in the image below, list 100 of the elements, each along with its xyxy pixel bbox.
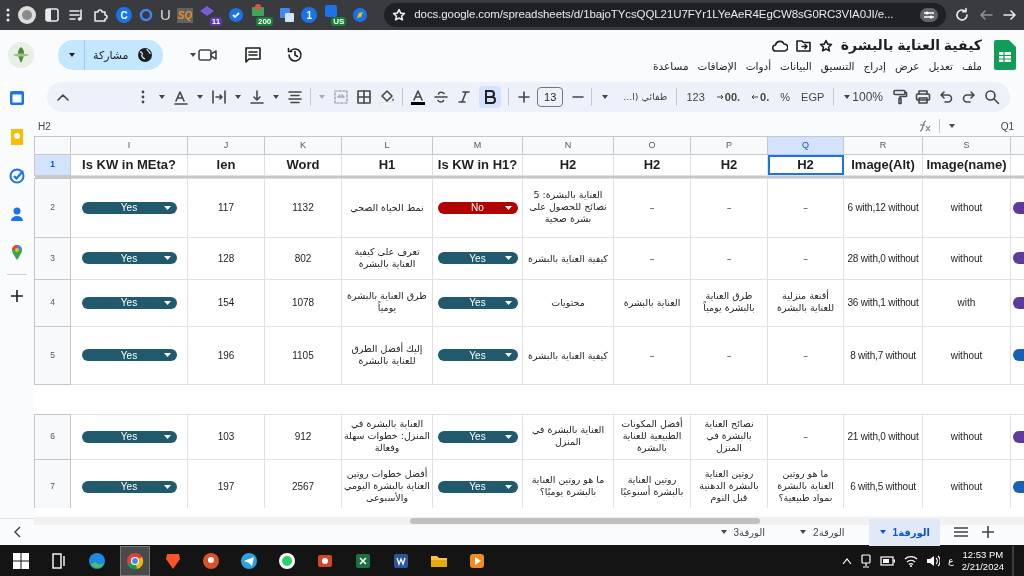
address-bar[interactable]: docs.google.com/spreadsheets/d/1bajoTYcsQQL21U7FYr1LYeAeR4EgCW8sG0RC3VIA0JI/e... <box>384 3 946 27</box>
menu-item[interactable]: أدوات <box>745 59 772 75</box>
caret-icon[interactable] <box>272 94 281 100</box>
row-header[interactable]: 7 <box>34 459 71 508</box>
history-icon[interactable] <box>285 46 304 64</box>
calendar-icon[interactable] <box>9 90 25 106</box>
column-header[interactable]: S <box>922 136 1011 155</box>
name-box[interactable]: Q1 <box>964 118 1014 134</box>
profile-avatar[interactable] <box>18 6 36 24</box>
print-icon[interactable] <box>915 89 931 105</box>
menu-item[interactable]: تعديل <box>928 59 953 75</box>
move-folder-icon[interactable] <box>795 39 811 53</box>
menu-item[interactable]: ملف <box>962 59 982 75</box>
dropdown-chip[interactable]: Yes <box>81 296 177 309</box>
menu-item[interactable]: البيانات <box>780 59 812 75</box>
column-header[interactable]: N <box>522 136 614 155</box>
dropdown-chip[interactable]: Yes <box>81 201 177 214</box>
extension-icon[interactable] <box>279 7 296 23</box>
dropdown-chip[interactable]: Yes <box>81 349 177 361</box>
row-header[interactable]: 1 <box>34 154 71 175</box>
caret-icon[interactable] <box>196 94 205 100</box>
menu-item[interactable]: إدراج <box>863 59 886 75</box>
dropdown-chip[interactable]: Yes <box>437 430 518 443</box>
comments-icon[interactable] <box>243 46 262 64</box>
italic-icon[interactable] <box>456 89 473 105</box>
menu-item[interactable]: عرض <box>894 59 920 75</box>
column-header[interactable]: I <box>70 136 188 155</box>
tray-chevron-icon[interactable] <box>842 556 853 565</box>
column-header[interactable]: K <box>264 136 342 155</box>
column-header[interactable]: Q <box>767 136 844 155</box>
all-sheets-icon[interactable] <box>954 526 968 538</box>
dropdown-chip[interactable]: Yes <box>437 252 518 264</box>
strikethrough-icon[interactable] <box>433 89 450 105</box>
borders-icon[interactable] <box>356 89 373 105</box>
extension-icon[interactable]: 1 <box>301 7 318 23</box>
menu-item[interactable]: الإضافات <box>697 59 737 75</box>
star-icon[interactable] <box>818 38 833 53</box>
sheet-tab[interactable]: الورقة3 <box>709 518 776 546</box>
forward-icon[interactable] <box>1002 7 1018 23</box>
text-wrap-icon[interactable] <box>211 89 228 105</box>
zoom-select[interactable]: 100% <box>841 88 885 106</box>
caret-icon[interactable] <box>948 123 956 129</box>
wifi-icon[interactable] <box>904 554 919 567</box>
align-icon[interactable] <box>287 89 304 105</box>
caret-icon[interactable] <box>158 94 167 100</box>
camera-tray-icon[interactable] <box>860 553 873 568</box>
contacts-icon[interactable] <box>10 206 24 222</box>
clock-date[interactable]: 2/21/2024 <box>961 560 1004 573</box>
tune-icon[interactable] <box>920 8 938 22</box>
extension-icon[interactable] <box>228 7 245 23</box>
redo-icon[interactable] <box>961 89 977 105</box>
search-icon[interactable] <box>984 89 1000 105</box>
column-header[interactable]: M <box>432 136 523 155</box>
column-header[interactable]: O <box>613 136 691 155</box>
media-icon[interactable] <box>68 7 84 23</box>
add-sheet-icon[interactable] <box>982 526 994 538</box>
text-color-icon[interactable] <box>410 89 427 105</box>
add-icon[interactable] <box>10 289 24 303</box>
extension-icon[interactable]: U <box>160 3 171 27</box>
menu-item[interactable]: مساعدة <box>653 59 689 75</box>
puzzle-icon[interactable] <box>92 7 108 23</box>
undo-icon[interactable] <box>938 89 954 105</box>
dropdown-chip[interactable]: Yes <box>81 252 177 264</box>
plus-icon[interactable] <box>516 89 531 105</box>
cloud-icon[interactable] <box>771 39 788 52</box>
increase-decimals-button[interactable]: .00 <box>713 88 743 106</box>
dropdown-chip[interactable]: Yes <box>81 430 177 443</box>
maps-pin-icon[interactable] <box>11 244 23 260</box>
fill-color-icon[interactable] <box>379 89 396 105</box>
dropdown-chip[interactable]: Yes <box>81 480 177 493</box>
row-header[interactable]: 3 <box>34 237 71 279</box>
sheets-logo[interactable] <box>994 40 1016 70</box>
row-header[interactable]: 2 <box>34 178 71 237</box>
clock-time[interactable]: 12:53 PM <box>961 548 1004 561</box>
account-avatar[interactable] <box>8 42 34 68</box>
tasks-icon[interactable] <box>9 168 25 184</box>
chrome-icon[interactable] <box>120 545 150 576</box>
collapse-sidebar-icon[interactable] <box>14 526 22 538</box>
column-header[interactable]: J <box>187 136 265 155</box>
column-header[interactable]: L <box>341 136 433 155</box>
back-icon[interactable] <box>978 7 994 23</box>
font-select[interactable]: طفائي (ا... <box>599 89 670 105</box>
dropdown-chip[interactable]: Yes <box>437 296 518 309</box>
extension-icon[interactable]: C <box>116 7 132 23</box>
dropdown-chip[interactable]: Yes <box>437 349 518 361</box>
row-header[interactable]: 6 <box>34 414 71 459</box>
merge-cells-icon[interactable] <box>333 89 350 105</box>
document-title[interactable]: كيفية العناية بالبشرة <box>840 35 982 57</box>
currency-button[interactable]: EGP <box>799 88 827 106</box>
vertical-align-icon[interactable] <box>249 89 266 105</box>
sheet-tab[interactable]: الورقة1 <box>868 518 940 546</box>
row-header[interactable]: 4 <box>34 279 71 326</box>
percent-button[interactable]: % <box>778 88 793 106</box>
row-header[interactable]: 5 <box>34 326 71 384</box>
sheet-tab[interactable]: الورقة2 <box>789 518 855 546</box>
caret-icon[interactable] <box>234 94 243 100</box>
column-header[interactable]: P <box>690 136 768 155</box>
scrollbar[interactable] <box>34 516 1024 525</box>
extension-icon[interactable] <box>352 7 369 23</box>
battery-icon[interactable] <box>880 555 897 566</box>
